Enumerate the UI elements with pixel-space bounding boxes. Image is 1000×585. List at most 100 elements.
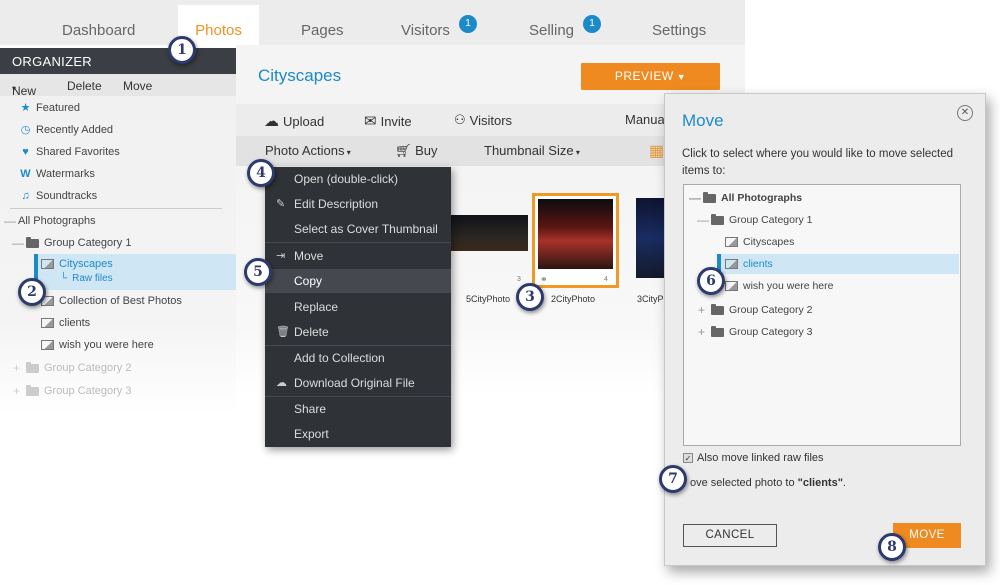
destination-tree: — All Photographs — Group Category 1 Citys…	[683, 184, 961, 446]
sidebar-item-featured[interactable]: ★ Featured	[20, 101, 80, 115]
tree-label: clients	[743, 258, 773, 270]
photo-actions-button[interactable]: Photo Actions ▾	[265, 143, 351, 158]
preview-button[interactable]: PREVIEW ▼	[581, 63, 720, 90]
collapse-icon: —	[4, 214, 16, 228]
sidebar-item-label: Recently Added	[36, 123, 114, 136]
tree-item-cityscapes[interactable]: Cityscapes	[41, 258, 113, 270]
menu-item-download[interactable]: ☁ Download Original File	[265, 371, 451, 395]
dialog-instruction: Click to select where you would like to …	[682, 148, 954, 177]
cancel-button[interactable]: CANCEL	[683, 524, 777, 547]
organizer-toolbar: New ▾ Delete Move	[0, 74, 236, 98]
sidebar-item-watermarks[interactable]: W Watermarks	[20, 168, 95, 180]
collapse-icon: —	[12, 236, 24, 250]
buy-button[interactable]: 🛒︎ Buy	[395, 143, 438, 159]
move-summary: ove selected photo to "clients".	[690, 477, 846, 489]
album-title: Cityscapes	[258, 66, 342, 85]
callout-marker: 1	[168, 36, 196, 64]
grid-view-icon[interactable]: ▦	[649, 141, 664, 161]
tab-selling[interactable]: Selling	[529, 22, 574, 39]
menu-item-cover-thumbnail[interactable]: Select as Cover Thumbnail	[265, 217, 451, 241]
tree-root-all-photographs[interactable]: — All Photographs	[4, 214, 96, 228]
tree-group-category-1[interactable]: — Group Category 1	[697, 213, 812, 227]
tree-group-category-2[interactable]: + Group Category 2	[697, 303, 812, 317]
checkbox-checked-icon[interactable]: ✓	[683, 453, 693, 463]
thumbnail-size-button[interactable]: Thumbnail Size ▾	[484, 143, 580, 158]
tree-label: Group Category 1	[44, 237, 132, 249]
menu-item-add-to-collection[interactable]: Add to Collection	[265, 346, 451, 370]
menu-item-move[interactable]: ⇥ Move	[265, 244, 451, 268]
gallery-icon	[725, 237, 738, 247]
upload-button[interactable]: ☁ Upload	[264, 112, 324, 130]
caret-down-icon: ▾	[12, 84, 17, 93]
callout-marker: 2	[18, 278, 46, 306]
tree-item-clients[interactable]: clients	[41, 317, 90, 329]
menu-item-label: Edit Description	[294, 197, 379, 211]
star-icon: ★	[20, 102, 31, 114]
menu-item-label: Move	[294, 249, 324, 263]
heart-icon: ♥	[22, 146, 29, 158]
tree-item-cityscapes[interactable]: Cityscapes	[725, 236, 794, 248]
link-icon: ⚭	[540, 274, 548, 284]
tree-item-clients[interactable]: clients	[725, 258, 773, 270]
sidebar-item-soundtracks[interactable]: ♫ Soundtracks	[20, 190, 97, 202]
music-note-icon: ♫	[21, 190, 30, 202]
collapse-icon: —	[697, 213, 709, 227]
invite-button[interactable]: ✉ Invite	[364, 112, 412, 130]
callout-marker: 7	[659, 465, 687, 493]
photo-number: 4	[604, 276, 608, 283]
caret-down-icon: ▾	[573, 148, 580, 157]
tab-dashboard[interactable]: Dashboard	[62, 22, 135, 39]
caret-down-icon: ▼	[673, 72, 687, 82]
folder-icon	[703, 191, 716, 203]
close-icon[interactable]: ✕	[957, 105, 973, 121]
visitors-button[interactable]: ⚇ Visitors	[454, 112, 512, 128]
menu-item-export[interactable]: Export	[265, 422, 451, 446]
envelope-icon: ✉	[364, 113, 377, 130]
upload-label: Upload	[283, 113, 325, 129]
photo-thumbnail[interactable]	[451, 215, 528, 251]
photo-image	[538, 199, 613, 269]
tree-group-category-1[interactable]: — Group Category 1	[12, 236, 131, 250]
manual-button[interactable]: Manua	[625, 112, 665, 127]
photo-label: 3CityP	[637, 294, 664, 304]
tab-settings[interactable]: Settings	[652, 22, 706, 39]
tree-root-all-photographs[interactable]: — All Photographs	[689, 191, 802, 205]
menu-item-share[interactable]: Share	[265, 397, 451, 421]
move-summary-prefix: ove selected photo to	[690, 477, 798, 489]
tab-visitors[interactable]: Visitors	[401, 22, 450, 39]
tree-item-wish[interactable]: wish you were here	[725, 280, 833, 292]
menu-item-copy[interactable]: Copy	[265, 269, 451, 293]
selected-photo[interactable]: ⚭ 4	[532, 193, 619, 288]
menu-item-replace[interactable]: Replace	[265, 295, 451, 319]
tree-label: Cityscapes	[743, 236, 795, 248]
callout-marker: 8	[878, 533, 906, 561]
buy-label: Buy	[415, 143, 438, 158]
tree-group-category-3[interactable]: + Group Category 3	[12, 384, 131, 398]
tree-item-collection[interactable]: Collection of Best Photos	[41, 295, 182, 307]
tree-group-category-2[interactable]: + Group Category 2	[12, 361, 131, 375]
tree-label: clients	[59, 317, 91, 329]
menu-item-delete[interactable]: 🗑︎ Delete	[265, 320, 451, 344]
sidebar-item-label: Watermarks	[36, 168, 95, 180]
tree-item-raw-files[interactable]: └ Raw files	[60, 273, 113, 284]
app-window: Dashboard Photos Pages Visitors 1 Sellin…	[0, 0, 1000, 585]
invite-label: Invite	[380, 113, 412, 129]
delete-button[interactable]: Delete	[67, 79, 102, 93]
tree-label: Group Category 3	[44, 385, 132, 397]
folder-icon	[26, 361, 39, 373]
raw-files-option[interactable]: ✓ Also move linked raw files	[683, 452, 824, 464]
preview-label: PREVIEW	[614, 69, 674, 83]
gallery-icon	[725, 281, 738, 291]
sidebar-item-shared-favorites[interactable]: ♥ Shared Favorites	[20, 146, 120, 158]
tab-pages[interactable]: Pages	[301, 22, 344, 39]
tree-label: Collection of Best Photos	[59, 295, 182, 307]
tree-item-wish[interactable]: wish you were here	[41, 339, 154, 351]
dialog-title: Move	[682, 111, 724, 130]
menu-item-edit-description[interactable]: ✎ Edit Description	[265, 192, 451, 216]
move-button[interactable]: Move	[123, 79, 152, 93]
menu-item-open[interactable]: Open (double-click)	[265, 167, 451, 191]
sidebar-item-recently-added[interactable]: ◷ Recently Added	[20, 123, 114, 137]
tree-group-category-3[interactable]: + Group Category 3	[697, 325, 812, 339]
photo-thumbnail[interactable]	[636, 198, 664, 278]
selling-badge: 1	[583, 15, 601, 33]
